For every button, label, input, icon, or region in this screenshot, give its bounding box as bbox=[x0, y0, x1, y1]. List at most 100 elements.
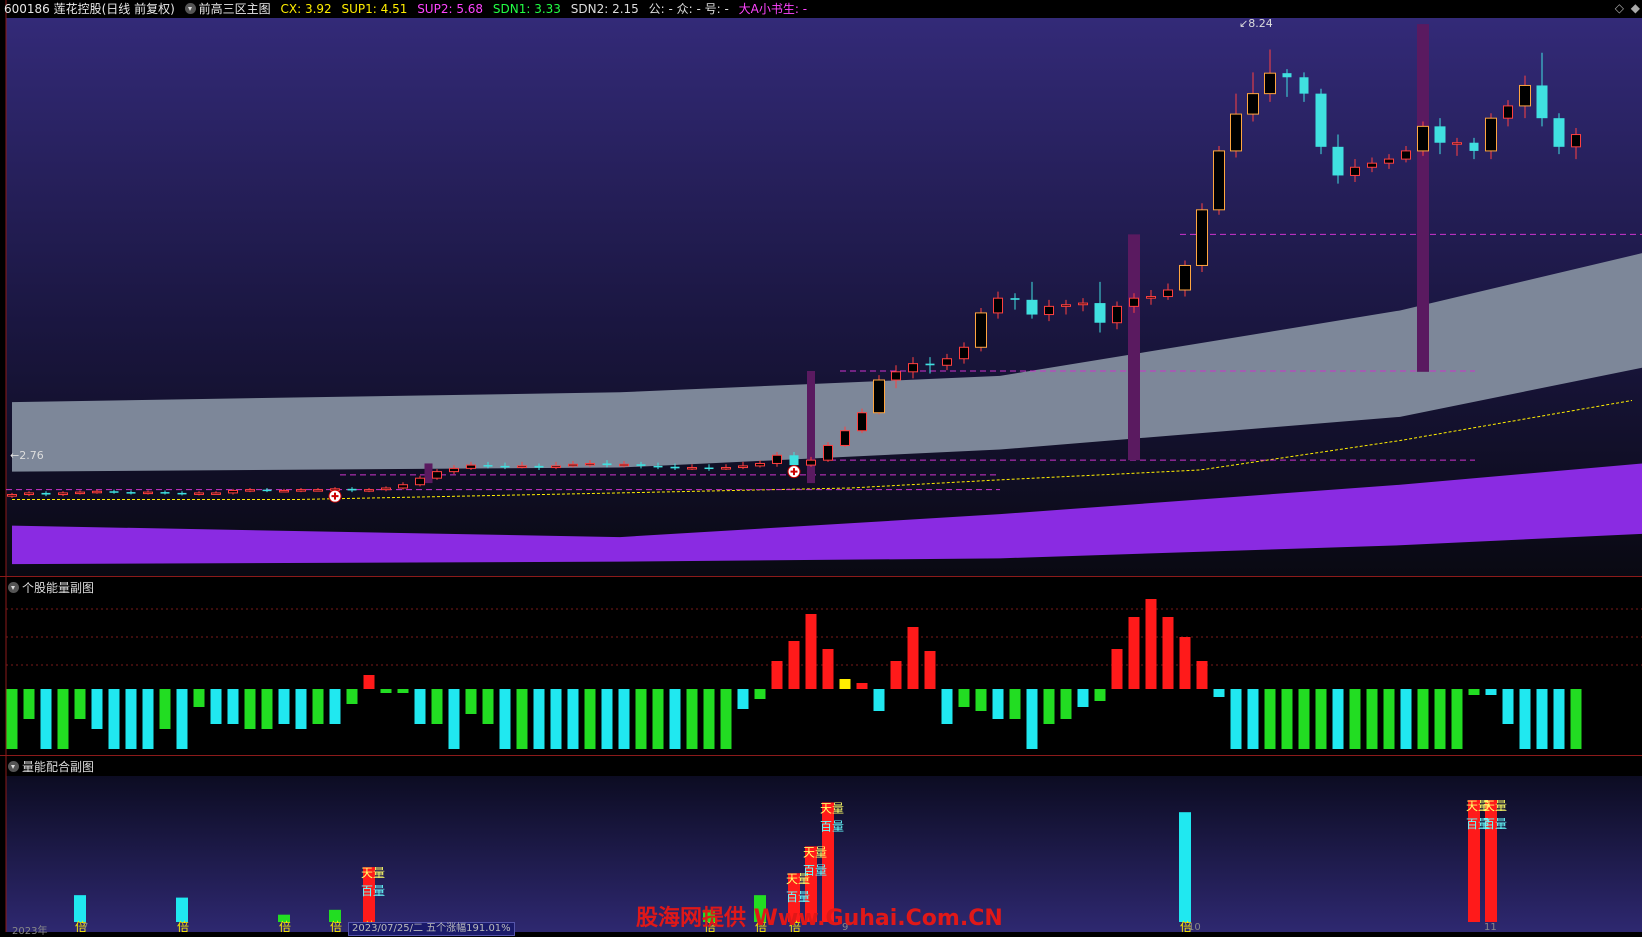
candle-body bbox=[228, 489, 238, 494]
energy-bar bbox=[414, 689, 426, 724]
energy-bar bbox=[91, 689, 103, 729]
energy-bar bbox=[601, 689, 613, 749]
energy-bar bbox=[737, 689, 749, 709]
energy-bar bbox=[227, 689, 239, 724]
volume-energy-panel[interactable]: 个股能量副图 bbox=[0, 577, 1642, 755]
candle-body bbox=[449, 467, 459, 473]
energy-bar bbox=[1247, 689, 1259, 749]
energy-bar bbox=[788, 641, 800, 689]
main-header: 600186 莲花控股(日线 前复权) 前高三区主图 CX: 3.92 SUP1… bbox=[0, 0, 813, 18]
energy-bar bbox=[771, 661, 783, 689]
candle-body bbox=[432, 471, 442, 479]
sdn2-value: SDN2: 2.15 bbox=[570, 2, 639, 16]
energy-bar bbox=[890, 661, 902, 689]
bai-liang-label: 百量 bbox=[1483, 817, 1507, 831]
energy-bar bbox=[40, 689, 52, 749]
candle-body bbox=[415, 477, 425, 486]
candle-body bbox=[551, 465, 561, 469]
candle-body bbox=[211, 492, 221, 495]
candle-body bbox=[58, 492, 68, 496]
candle-body bbox=[41, 492, 51, 495]
signal-vertical-bar bbox=[1128, 234, 1140, 461]
collapse-diamond-icon[interactable]: ◆ bbox=[1631, 1, 1640, 15]
energy-bar bbox=[1366, 689, 1378, 749]
energy-bar bbox=[278, 689, 290, 724]
candle-body bbox=[1010, 298, 1020, 300]
energy-bar bbox=[941, 689, 953, 724]
candle-body bbox=[92, 490, 102, 494]
tian-liang-label: 天量 bbox=[361, 866, 385, 880]
author-value: 大A小书生: - bbox=[738, 2, 808, 16]
candle-body bbox=[789, 455, 799, 466]
energy-bar bbox=[652, 689, 664, 749]
energy-bar bbox=[516, 689, 528, 749]
energy-bar bbox=[346, 689, 358, 704]
candle-body bbox=[1519, 84, 1531, 107]
volume-panel-title[interactable]: 个股能量副图 bbox=[8, 579, 94, 596]
energy-bar bbox=[210, 689, 222, 724]
energy-bar bbox=[312, 689, 324, 724]
energy-bar bbox=[1145, 599, 1157, 689]
indicator-name[interactable]: 前高三区主图 bbox=[184, 2, 271, 16]
energy-bar bbox=[618, 689, 630, 749]
candlestick-chart[interactable] bbox=[0, 0, 1642, 576]
energy-bar bbox=[1383, 689, 1395, 749]
settings-diamond-icon[interactable]: ◇ bbox=[1615, 1, 1624, 15]
energy-bar bbox=[482, 689, 494, 724]
energy-bar bbox=[1451, 689, 1463, 749]
bai-liang-label: 百量 bbox=[820, 819, 844, 833]
energy-bar bbox=[74, 689, 86, 719]
energy-bar bbox=[329, 689, 341, 724]
low-price-label: ←2.76 bbox=[10, 449, 44, 462]
energy-bar bbox=[125, 689, 137, 749]
chevron-down-icon[interactable] bbox=[184, 3, 196, 14]
main-chart-panel[interactable]: 600186 莲花控股(日线 前复权) 前高三区主图 CX: 3.92 SUP1… bbox=[0, 0, 1642, 576]
candle-body bbox=[823, 444, 833, 461]
energy-bar bbox=[1570, 689, 1582, 749]
signal-vertical-bar bbox=[424, 463, 433, 484]
candle-body bbox=[585, 462, 595, 466]
candle-body bbox=[636, 464, 646, 466]
candle-body bbox=[1553, 118, 1565, 147]
candle-body bbox=[1315, 93, 1327, 147]
energy-bar bbox=[805, 614, 817, 689]
energy-bar bbox=[1179, 637, 1191, 689]
axis-month-label: 11 bbox=[1484, 922, 1497, 933]
energy-bar bbox=[1111, 649, 1123, 689]
energy-bar bbox=[1298, 689, 1310, 749]
sub-panel-title[interactable]: 量能配合副图 bbox=[8, 758, 94, 775]
candle-body bbox=[857, 412, 867, 432]
tian-liang-label: 天量 bbox=[1483, 799, 1507, 813]
candle-body bbox=[160, 492, 170, 494]
energy-bar bbox=[1264, 689, 1276, 749]
candle-body bbox=[602, 463, 612, 466]
stock-title[interactable]: 600186 莲花控股(日线 前复权) bbox=[4, 2, 175, 16]
energy-bar bbox=[380, 689, 392, 693]
energy-bar bbox=[448, 689, 460, 749]
candle-body bbox=[721, 467, 731, 470]
candle-body bbox=[670, 466, 680, 469]
candle-body bbox=[534, 465, 544, 468]
energy-bar bbox=[1060, 689, 1072, 719]
candle-body bbox=[1434, 126, 1446, 143]
bai-liang-label: 百量 bbox=[361, 884, 385, 898]
candle-body bbox=[245, 489, 255, 492]
candle-body bbox=[398, 484, 408, 489]
sup1-value: SUP1: 4.51 bbox=[341, 2, 408, 16]
candle-body bbox=[806, 459, 816, 466]
volume-energy-chart[interactable] bbox=[0, 577, 1642, 755]
candle-body bbox=[1503, 105, 1513, 119]
energy-bar bbox=[1485, 689, 1497, 695]
chevron-down-icon[interactable] bbox=[8, 761, 19, 772]
candle-body bbox=[687, 467, 697, 470]
candle-body bbox=[1282, 73, 1292, 78]
misc-value: 公: - 众: - 号: - bbox=[648, 2, 729, 16]
chevron-down-icon[interactable] bbox=[8, 582, 19, 593]
energy-bar bbox=[1519, 689, 1531, 749]
candle-body bbox=[143, 491, 153, 495]
candle-body bbox=[1536, 85, 1548, 119]
energy-bar bbox=[244, 689, 256, 729]
candle-body bbox=[1094, 303, 1106, 323]
candle-body bbox=[1469, 142, 1479, 151]
energy-bar bbox=[873, 689, 885, 711]
